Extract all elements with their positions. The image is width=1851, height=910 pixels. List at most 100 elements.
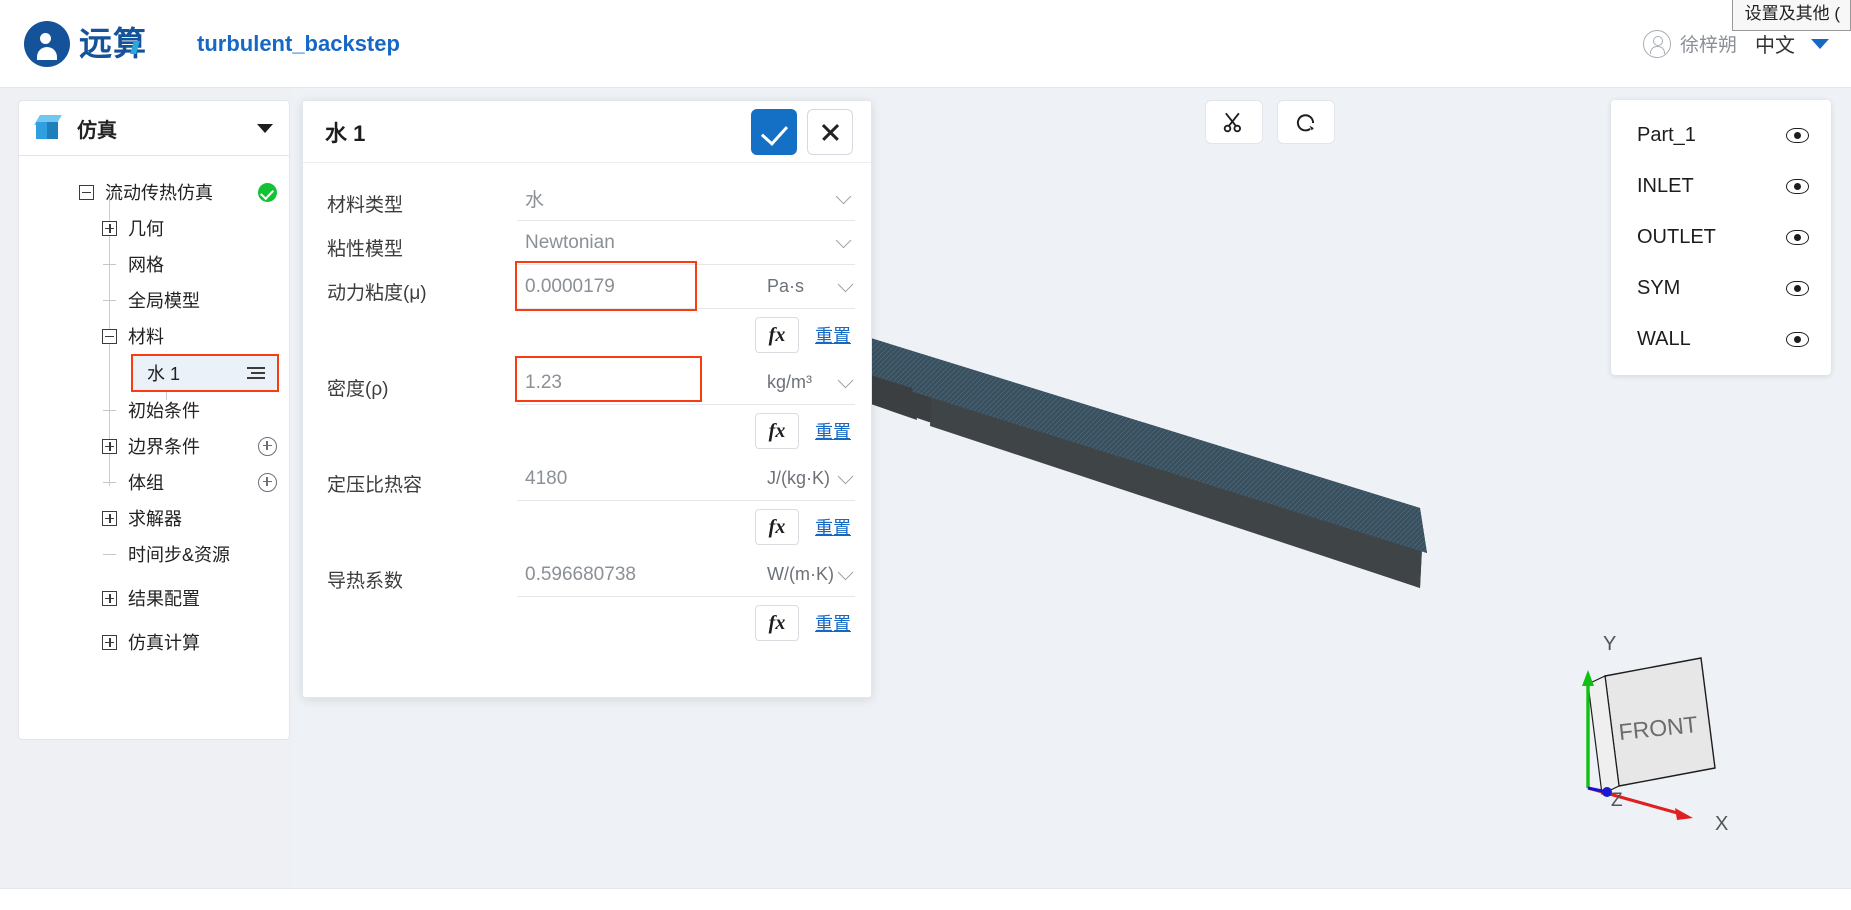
thermal-conductivity-unit-select[interactable]: W/(m·K) — [759, 553, 855, 597]
dynamic-viscosity-unit-select[interactable]: Pa·s — [759, 265, 855, 309]
user-account[interactable]: 徐梓朔 — [1642, 29, 1737, 58]
sidebar-item-label: 初始条件 — [128, 401, 200, 421]
menu-icon[interactable] — [247, 364, 265, 381]
field-material-type: 材料类型 水 — [327, 177, 855, 221]
cancel-button[interactable] — [807, 108, 853, 155]
sidebar-item-volume-group[interactable]: 体组 — [19, 464, 289, 500]
dynamic-viscosity-input[interactable]: 0.0000179 — [517, 265, 759, 309]
sidebar-item-label: 材料 — [128, 327, 164, 347]
tree-branch-icon — [102, 547, 117, 562]
sidebar-item-material[interactable]: 材料 — [19, 318, 289, 354]
collapse-minus-icon[interactable] — [79, 184, 94, 200]
sidebar-item-label: 水 1 — [147, 364, 181, 384]
expand-plus-icon[interactable] — [102, 510, 117, 526]
tree-branch-icon — [102, 257, 117, 272]
density-unit-select[interactable]: kg/m³ — [759, 361, 855, 405]
sidebar-item-water-1[interactable]: 水 1 — [131, 354, 279, 392]
sidebar-item-geometry[interactable]: 几何 — [19, 210, 289, 246]
list-item[interactable]: INLET — [1611, 161, 1831, 212]
page-title: turbulent_backstep — [197, 30, 400, 56]
sidebar-header[interactable]: 仿真 — [18, 100, 290, 156]
user-name: 徐梓朔 — [1679, 35, 1737, 56]
field-value: 0.0000179 — [525, 275, 615, 297]
unit-label: W/(m·K) — [767, 564, 834, 584]
thermal-conductivity-input[interactable]: 0.596680738 — [517, 553, 759, 597]
sidebar-item-label: 几何 — [128, 219, 164, 239]
list-item[interactable]: Part_1 — [1611, 110, 1831, 161]
dialog-header: 水 1 — [303, 101, 871, 163]
formula-button[interactable]: fx — [755, 317, 799, 353]
sidebar-item-label: 仿真计算 — [128, 633, 200, 653]
part-name: WALL — [1637, 328, 1691, 350]
viscosity-model-select[interactable]: Newtonian — [517, 221, 855, 265]
field-dynamic-viscosity: 动力粘度(μ) 0.0000179 Pa·s fx 重置 — [327, 261, 855, 361]
add-boundary-condition-icon[interactable] — [258, 436, 277, 456]
app-root: 远算 turbulent_backstep 徐梓朔 中文 设置及其他 ( 仿真 — [0, 0, 1851, 910]
list-item[interactable]: WALL — [1611, 314, 1831, 365]
expand-plus-icon[interactable] — [102, 220, 117, 236]
sidebar-item-boundary-conditions[interactable]: 边界条件 — [19, 428, 289, 464]
visibility-eye-icon[interactable] — [1786, 332, 1809, 347]
status-bar — [0, 888, 1851, 910]
chevron-down-icon — [1811, 38, 1829, 49]
material-type-select[interactable]: 水 — [517, 177, 855, 221]
expand-plus-icon[interactable] — [102, 438, 117, 454]
brand-logo[interactable]: 远算 — [24, 20, 147, 67]
sidebar-item-label: 时间步&资源 — [128, 545, 231, 565]
sidebar-item-mesh[interactable]: 网格 — [19, 246, 289, 282]
part-name: Part_1 — [1637, 124, 1696, 146]
sidebar-item-label: 边界条件 — [128, 437, 200, 457]
visibility-eye-icon[interactable] — [1786, 128, 1809, 143]
specific-heat-input[interactable]: 4180 — [517, 457, 759, 501]
triad-x-label: X — [1715, 813, 1728, 835]
field-density: 密度(ρ) 1.23 kg/m³ fx 重置 — [327, 356, 855, 457]
simulation-tree: 流动传热仿真 几何 网格 全局模型 材料 水 1 初始条件 边界条件 体组 求解… — [18, 156, 290, 740]
visibility-eye-icon[interactable] — [1786, 179, 1809, 194]
sidebar-item-solver[interactable]: 求解器 — [19, 500, 289, 536]
reset-link[interactable]: 重置 — [815, 418, 851, 444]
status-badge — [258, 182, 277, 202]
reset-rotate-icon[interactable] — [1277, 100, 1335, 144]
dialog-title: 水 1 — [325, 120, 366, 146]
sidebar-item-initial-conditions[interactable]: 初始条件 — [19, 392, 289, 428]
sidebar-item-result-config[interactable]: 结果配置 — [19, 580, 289, 616]
chevron-down-icon[interactable] — [257, 123, 273, 133]
sidebar-item-label: 结果配置 — [128, 589, 200, 609]
formula-button[interactable]: fx — [755, 509, 799, 545]
sidebar-item-simulation-run[interactable]: 仿真计算 — [19, 624, 289, 660]
clip-scissors-icon[interactable] — [1205, 100, 1263, 144]
visibility-eye-icon[interactable] — [1786, 281, 1809, 296]
tree-branch-icon — [102, 403, 117, 418]
orientation-triad[interactable]: FRONT Y X Z — [1563, 618, 1803, 848]
list-item[interactable]: SYM — [1611, 263, 1831, 314]
list-item[interactable]: OUTLET — [1611, 212, 1831, 263]
formula-button[interactable]: fx — [755, 605, 799, 641]
tree-branch-icon — [102, 475, 117, 490]
collapse-minus-icon[interactable] — [102, 328, 117, 344]
visibility-eye-icon[interactable] — [1786, 230, 1809, 245]
expand-plus-icon[interactable] — [102, 590, 117, 606]
density-input[interactable]: 1.23 — [517, 361, 759, 405]
sidebar-item-flow-heat-sim[interactable]: 流动传热仿真 — [19, 174, 289, 210]
triad-z-label: Z — [1611, 790, 1623, 811]
formula-button[interactable]: fx — [755, 413, 799, 449]
part-name: SYM — [1637, 277, 1681, 299]
confirm-button[interactable] — [751, 108, 797, 155]
language-selector[interactable]: 中文 — [1755, 29, 1829, 58]
field-value: 4180 — [525, 467, 568, 489]
specific-heat-unit-select[interactable]: J/(kg·K) — [759, 457, 855, 501]
field-label: 定压比热容 — [327, 475, 423, 496]
sidebar-item-timestep-resource[interactable]: 时间步&资源 — [19, 536, 289, 572]
sidebar-item-label: 求解器 — [128, 509, 182, 529]
part-name: OUTLET — [1637, 226, 1716, 248]
language-label: 中文 — [1755, 35, 1795, 57]
add-volume-group-icon[interactable] — [258, 472, 277, 492]
reset-link[interactable]: 重置 — [815, 610, 851, 636]
sidebar-item-global-model[interactable]: 全局模型 — [19, 282, 289, 318]
viewport-toolbar — [1205, 100, 1335, 144]
expand-plus-icon[interactable] — [102, 634, 117, 650]
reset-link[interactable]: 重置 — [815, 322, 851, 348]
field-label: 密度(ρ) — [327, 379, 389, 400]
triad-y-label: Y — [1603, 633, 1616, 655]
reset-link[interactable]: 重置 — [815, 514, 851, 540]
